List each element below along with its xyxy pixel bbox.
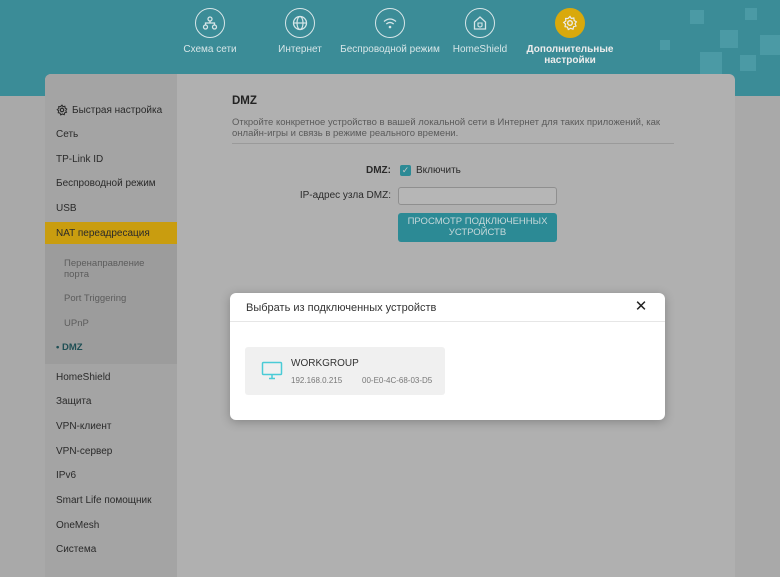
modal-header: Выбрать из подключенных устройств ✕	[230, 293, 665, 322]
sidebar-item-security[interactable]: Защита	[56, 396, 91, 407]
nav-label: HomeShield	[452, 44, 508, 55]
sidebar-item-vpn-client[interactable]: VPN-клиент	[56, 421, 111, 432]
wifi-icon	[375, 8, 405, 38]
view-connected-devices-button[interactable]: ПРОСМОТР ПОДКЛЮЧЕННЫХ УСТРОЙСТВ	[398, 213, 557, 242]
sidebar-subgroup: Перенаправление порта Port Triggering UP…	[45, 244, 177, 364]
gear-icon	[56, 104, 68, 116]
sidebar: Быстрая настройка Сеть TP-Link ID Беспро…	[45, 74, 177, 577]
device-ip: 192.168.0.215	[291, 376, 343, 385]
sidebar-item-label: DMZ	[61, 342, 83, 353]
sidebar-item-wireless[interactable]: Беспроводной режим	[56, 178, 156, 189]
sidebar-sub-port-triggering[interactable]: Port Triggering	[64, 293, 126, 304]
nav-label: Дополнительные настройки	[526, 44, 614, 66]
sidebar-item-vpn-server[interactable]: VPN-сервер	[56, 446, 112, 457]
page-description: Откройте конкретное устройство в вашей л…	[232, 117, 661, 139]
page-title: DMZ	[232, 95, 257, 107]
dmz-enable-checkbox[interactable]: ✓	[400, 165, 411, 176]
monitor-icon	[261, 361, 283, 381]
sidebar-sub-dmz[interactable]: • DMZ	[56, 342, 83, 353]
ip-label: IP-адрес узла DMZ:	[299, 190, 391, 201]
modal-title: Выбрать из подключенных устройств	[246, 302, 437, 314]
sidebar-item-onemesh[interactable]: OneMesh	[56, 520, 99, 531]
nav-label: Интернет	[278, 44, 322, 55]
sidebar-sub-upnp[interactable]: UPnP	[64, 318, 89, 329]
sidebar-item-homeshield[interactable]: HomeShield	[56, 372, 110, 383]
device-mac: 00-E0-4C-68-03-D5	[362, 376, 433, 385]
dmz-enable-label[interactable]: Включить	[416, 165, 461, 176]
dmz-label: DMZ:	[366, 165, 391, 176]
dmz-ip-input[interactable]	[398, 187, 557, 205]
sidebar-item-quick-setup[interactable]: Быстрая настройка	[56, 104, 162, 116]
network-map-icon	[195, 8, 225, 38]
home-shield-icon	[465, 8, 495, 38]
sidebar-sub-port-forwarding[interactable]: Перенаправление порта	[64, 258, 164, 280]
divider	[232, 143, 674, 144]
sidebar-item-smart-life[interactable]: Smart Life помощник	[56, 495, 151, 506]
gear-icon	[555, 8, 585, 38]
sidebar-item-network[interactable]: Сеть	[56, 129, 78, 140]
nav-advanced[interactable]: Дополнительные настройки	[515, 8, 625, 66]
sidebar-item-usb[interactable]: USB	[56, 203, 77, 214]
nav-label: Схема сети	[183, 44, 237, 55]
sidebar-item-label: NAT переадресация	[56, 228, 150, 239]
sidebar-item-ipv6[interactable]: IPv6	[56, 470, 76, 481]
sidebar-item-nat[interactable]: NAT переадресация	[45, 222, 177, 244]
device-name: WORKGROUP	[291, 358, 359, 369]
select-device-modal: Выбрать из подключенных устройств ✕ WORK…	[230, 293, 665, 420]
device-card[interactable]: WORKGROUP 192.168.0.215 00-E0-4C-68-03-D…	[245, 347, 445, 395]
sidebar-item-tplink-id[interactable]: TP-Link ID	[56, 154, 103, 165]
sidebar-item-label: Быстрая настройка	[72, 104, 163, 116]
globe-icon	[285, 8, 315, 38]
sidebar-item-system[interactable]: Система	[56, 544, 96, 555]
close-icon[interactable]: ✕	[633, 299, 649, 315]
